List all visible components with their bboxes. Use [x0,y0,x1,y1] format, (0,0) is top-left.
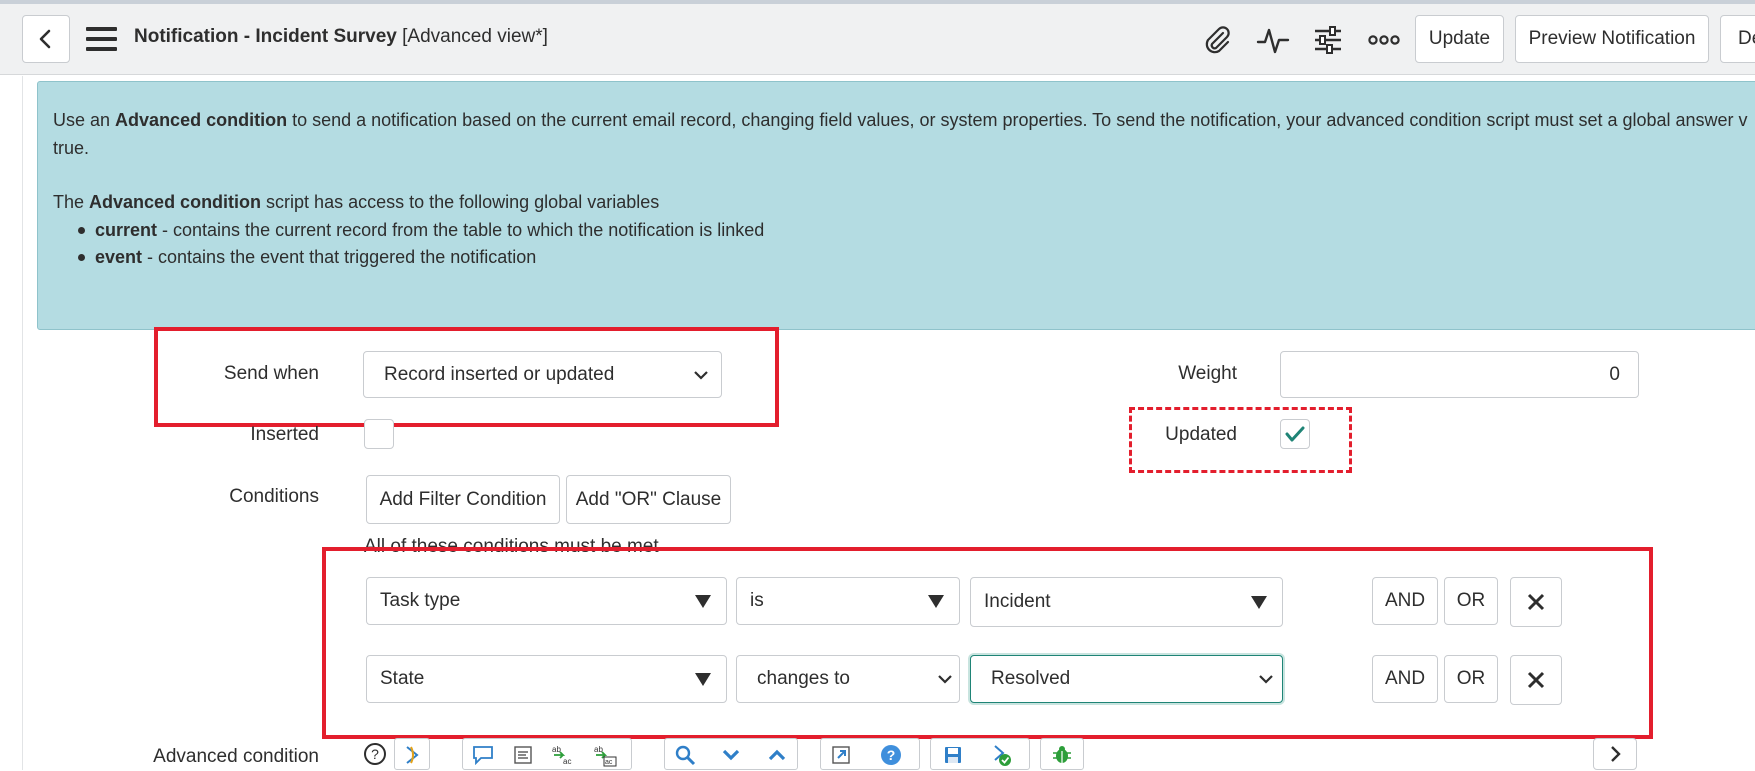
replace-all-icon[interactable]: ab ac [591,741,619,769]
fullscreen-icon[interactable] [827,741,855,769]
update-button[interactable]: Update [1415,15,1504,63]
conditions-label: Conditions [229,486,319,507]
info-line-3: The Advanced condition script has access… [53,188,659,216]
info-line-1: Use an Advanced condition to send a noti… [53,106,1748,134]
svg-text:?: ? [371,746,379,762]
back-button[interactable] [22,15,70,63]
svg-text:ac: ac [563,757,571,766]
script-debug-check-icon[interactable] [987,741,1015,769]
form-left-border [22,76,23,770]
info-text: to send a notification based on the curr… [287,110,1748,130]
replace-icon[interactable]: ab ac [549,741,577,769]
info-text: Use an [53,110,116,130]
hamburger-menu-icon[interactable] [86,27,117,51]
find-next-icon[interactable] [717,741,745,769]
back-icon [39,29,51,49]
page-title: Notification - Incident Survey [Advanced… [134,26,548,48]
highlight-box-conditions [322,547,1653,739]
script-include-icon[interactable] [398,741,426,769]
global-variables-list: current - contains the current record fr… [77,216,765,270]
list-item: current - contains the current record fr… [77,216,765,243]
toolbar-expand-button[interactable] [1593,738,1637,770]
info-text: script has access to the following globa… [261,192,660,212]
highlight-box-updated [1129,407,1352,473]
page-title-suffix: [Advanced view*] [396,26,548,47]
toolbar-group [1040,738,1084,770]
info-bold: Advanced condition [115,110,288,130]
toolbar-group [664,738,798,770]
highlight-box-send-when [154,327,779,427]
inserted-label: Inserted [250,424,319,445]
variable-desc: - contains the event that triggered the … [142,247,537,267]
search-icon[interactable] [671,741,699,769]
help-icon[interactable]: ? [363,742,387,766]
find-previous-icon[interactable] [763,741,791,769]
save-icon[interactable] [939,741,967,769]
variable-desc: - contains the current record from the t… [157,220,765,240]
advanced-condition-info-box: Use an Advanced condition to send a noti… [37,81,1755,330]
toolbar-group [930,738,1030,770]
delete-button[interactable]: De [1720,15,1755,63]
info-line-2: true. [53,138,90,158]
help-circle-icon[interactable]: ? [877,741,905,769]
debugger-bug-icon[interactable] [1048,741,1076,769]
page-title-main: Notification - Incident Survey [134,26,397,47]
format-code-icon[interactable] [509,741,537,769]
info-bold: Advanced condition [89,192,262,212]
svg-text:?: ? [887,747,896,763]
inserted-checkbox[interactable] [364,419,394,449]
list-item: event - contains the event that triggere… [77,243,764,270]
svg-text:ac: ac [605,759,613,766]
comment-icon[interactable] [469,741,497,769]
toolbar-group [394,738,430,770]
activity-icon[interactable] [1256,23,1290,57]
add-or-clause-button[interactable]: Add "OR" Clause [566,475,731,524]
variable-name: current [95,220,158,240]
attachment-icon[interactable] [1200,23,1234,57]
more-options-icon[interactable] [1367,23,1401,57]
toolbar-group: ? [820,738,920,770]
preview-notification-button[interactable]: Preview Notification [1515,15,1709,63]
chevron-right-icon [1611,746,1621,762]
form-header: Notification - Incident Survey [Advanced… [0,4,1755,75]
weight-label: Weight [1178,363,1237,384]
weight-value: 0 [1609,363,1620,385]
weight-input[interactable]: 0 [1280,351,1639,398]
add-filter-condition-button[interactable]: Add Filter Condition [366,475,560,524]
settings-sliders-icon[interactable] [1311,23,1345,57]
advanced-condition-label: Advanced condition [153,746,319,767]
variable-name: event [95,247,143,267]
toolbar-group: ab ac ab ac [462,738,632,770]
info-text: The [53,192,90,212]
